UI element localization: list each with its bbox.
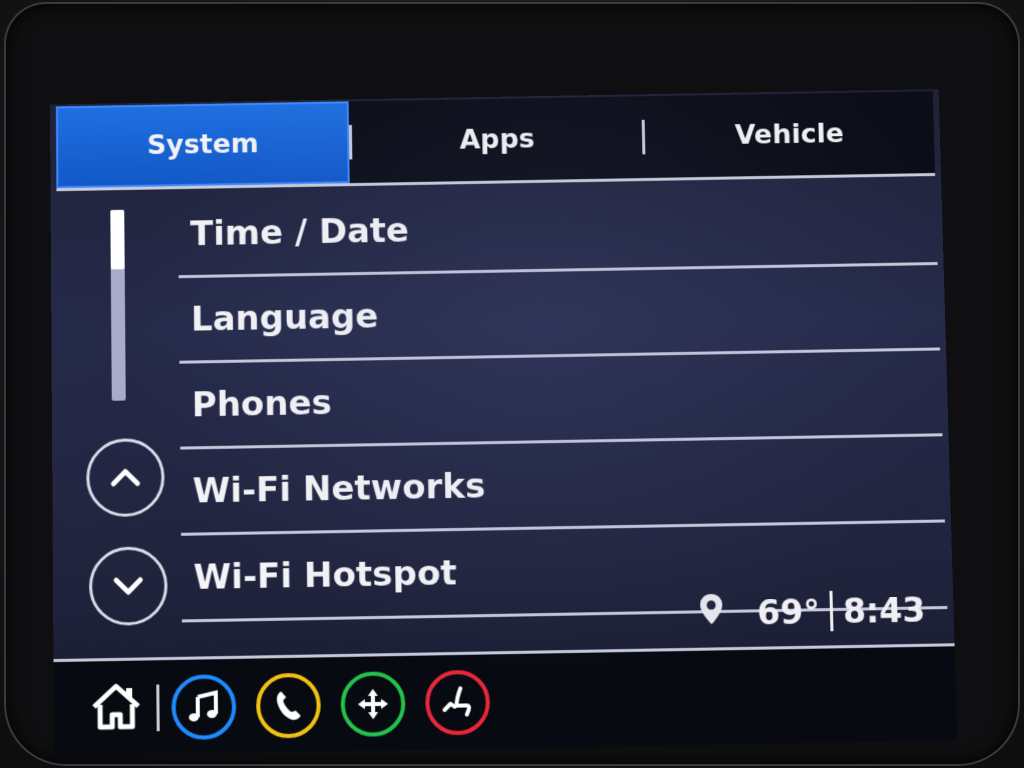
infotainment-screen: System Apps Vehicle Time / Date Language…	[49, 89, 958, 757]
climate-button[interactable]	[424, 669, 491, 736]
scrollbar[interactable]	[110, 209, 126, 401]
system-settings-list: Time / Date Language Phones Wi-Fi Networ…	[177, 179, 948, 623]
list-item-time-date[interactable]: Time / Date	[177, 179, 938, 279]
scroll-up-button[interactable]	[86, 437, 165, 518]
list-item-label: Time / Date	[189, 210, 410, 254]
status-divider	[829, 590, 834, 632]
music-note-icon	[188, 689, 222, 724]
navigation-button[interactable]	[340, 670, 406, 737]
list-item-language[interactable]: Language	[178, 265, 941, 364]
dock-divider	[156, 684, 160, 731]
tab-apps[interactable]: Apps	[352, 96, 643, 183]
tab-system[interactable]: System	[55, 101, 351, 189]
clock: 8:43	[842, 589, 926, 631]
scrollbar-thumb[interactable]	[110, 209, 125, 270]
tab-vehicle[interactable]: Vehicle	[644, 91, 935, 178]
bottom-dock	[53, 643, 958, 757]
home-button[interactable]	[90, 681, 143, 735]
settings-tab-bar: System Apps Vehicle	[55, 91, 936, 192]
audio-button[interactable]	[171, 673, 237, 740]
tab-apps-label: Apps	[459, 123, 535, 156]
list-item-label: Language	[190, 296, 379, 340]
tab-vehicle-label: Vehicle	[734, 118, 845, 151]
list-item-wifi-networks[interactable]: Wi-Fi Networks	[180, 436, 945, 536]
phone-button[interactable]	[255, 672, 322, 739]
status-bar: 69° 8:43	[698, 587, 926, 635]
tab-system-label: System	[146, 128, 259, 162]
home-icon	[90, 681, 143, 731]
outside-temperature: 69°	[756, 591, 821, 633]
chevron-up-icon	[110, 468, 140, 486]
list-item-label: Phones	[191, 382, 332, 425]
list-item-phones[interactable]: Phones	[179, 350, 943, 450]
phone-icon	[276, 690, 301, 720]
list-item-label: Wi-Fi Hotspot	[193, 552, 458, 598]
location-pin-icon	[698, 593, 725, 634]
scroll-down-button[interactable]	[88, 546, 168, 627]
seat-icon	[440, 685, 475, 720]
chevron-down-icon	[108, 566, 148, 607]
navigation-icon	[357, 688, 389, 720]
list-item-label: Wi-Fi Networks	[192, 465, 486, 512]
